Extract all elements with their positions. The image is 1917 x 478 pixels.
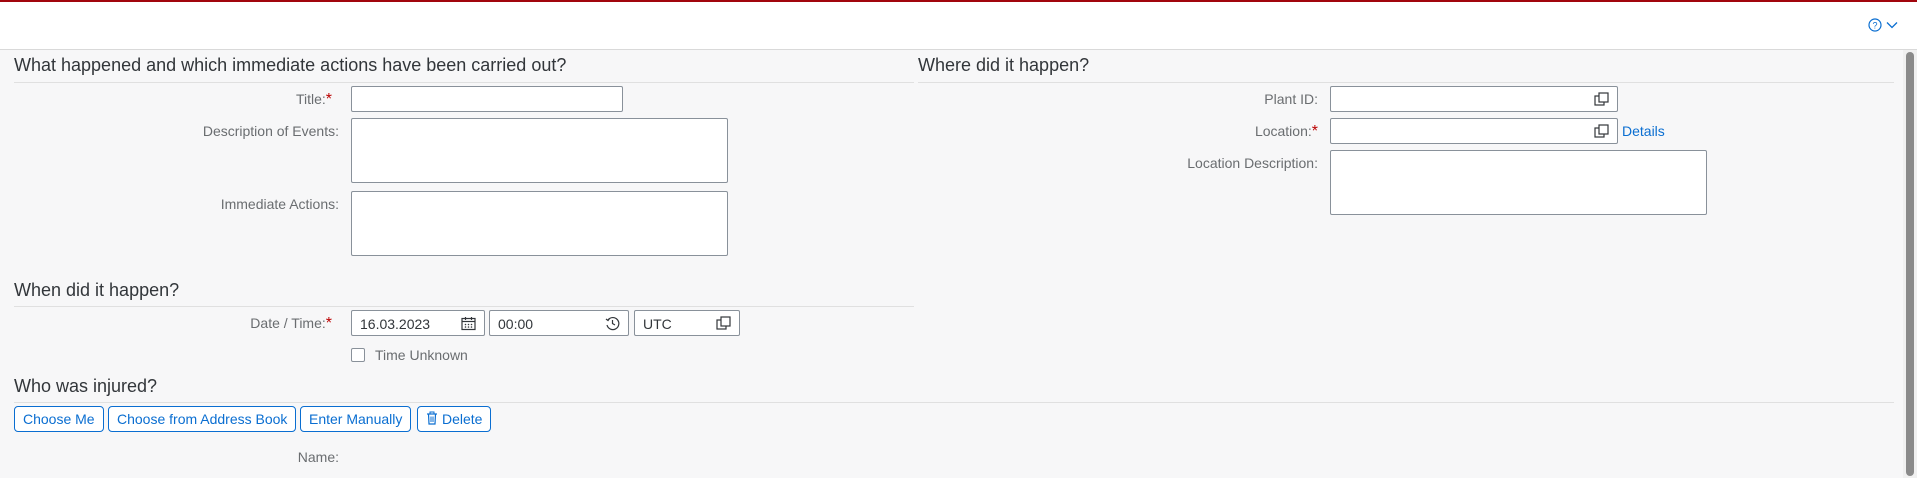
section-divider-who [14,402,1894,403]
name-label: Name: [297,449,339,465]
trash-icon [426,411,438,428]
value-help-icon[interactable] [1594,124,1609,139]
description-label: Description of Events: [202,123,339,139]
plant-id-label: Plant ID: [1264,91,1318,107]
svg-text:?: ? [1872,21,1877,31]
description-textarea[interactable] [351,118,728,183]
section-title-when: When did it happen? [14,280,180,300]
time-unknown-label: Time Unknown [375,347,468,363]
location-description-label: Location Description: [1187,155,1318,171]
calendar-icon[interactable] [461,316,476,331]
location-details-link[interactable]: Details [1622,123,1665,139]
immediate-actions-label: Immediate Actions: [220,196,339,212]
plant-id-input[interactable] [1330,86,1618,112]
timezone-input[interactable]: UTC [634,310,740,336]
section-title-who: Who was injured? [14,376,158,396]
shell-bar: ? [0,0,1917,50]
required-marker: * [1311,123,1318,140]
chevron-down-icon[interactable] [1886,21,1898,29]
time-unknown-checkbox[interactable] [351,348,365,362]
scrollbar-thumb[interactable] [1906,52,1914,476]
section-title-what: What happened and which immediate action… [14,55,567,75]
clock-icon[interactable] [605,316,620,331]
location-label: Location:* [1254,123,1318,140]
date-picker-input[interactable]: 16.03.2023 [351,310,485,336]
section-divider-what [14,82,914,83]
date-time-label: Date / Time:* [250,315,332,332]
section-divider-where [918,82,1894,83]
title-label: Title:* [295,91,332,108]
vertical-scrollbar[interactable] [1903,50,1917,478]
required-marker: * [325,315,332,332]
immediate-actions-textarea[interactable] [351,191,728,256]
value-help-icon[interactable] [716,316,731,331]
location-description-textarea[interactable] [1330,150,1707,215]
enter-manually-button[interactable]: Enter Manually [300,406,412,432]
required-marker: * [325,91,332,108]
help-menu[interactable]: ? [1868,18,1898,32]
delete-button[interactable]: Delete [417,406,492,432]
section-title-where: Where did it happen? [918,55,1090,75]
section-divider-when [14,306,914,307]
title-input[interactable] [351,86,623,112]
choose-me-button[interactable]: Choose Me [14,406,104,432]
delete-button-label: Delete [442,411,483,427]
time-picker-input[interactable]: 00:00 [489,310,629,336]
location-input[interactable] [1330,118,1618,144]
help-icon[interactable]: ? [1868,18,1882,32]
value-help-icon[interactable] [1594,92,1609,107]
choose-from-address-book-button[interactable]: Choose from Address Book [108,406,297,432]
